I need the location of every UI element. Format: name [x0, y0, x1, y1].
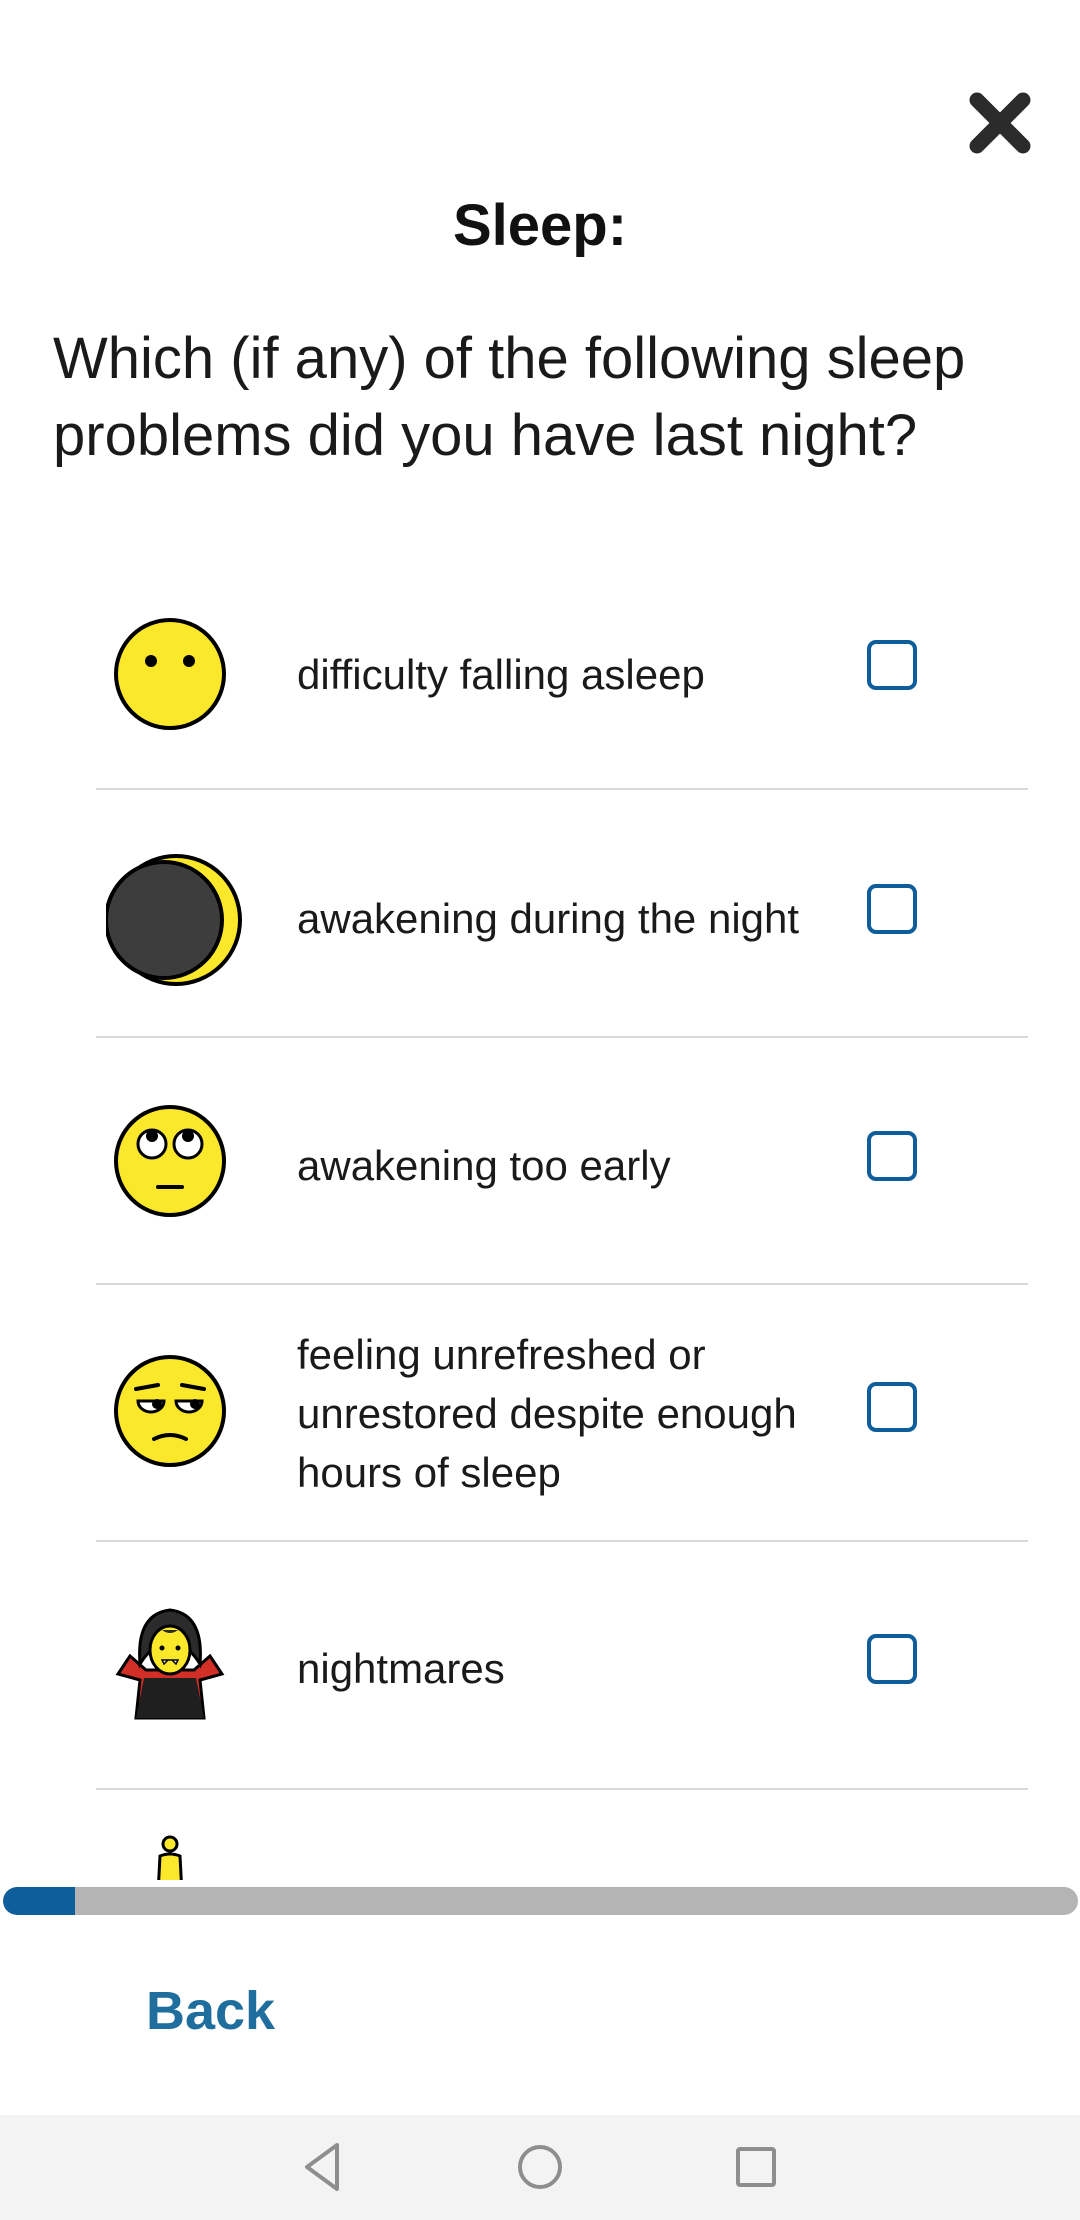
option-awakening-during-night[interactable]: awakening during the night — [96, 790, 1028, 1038]
option-label: awakening too early — [297, 1142, 671, 1189]
nav-recents-button[interactable] — [726, 2137, 786, 2197]
option-nightmares[interactable]: nightmares — [96, 1542, 1028, 1790]
nav-back-triangle-icon — [305, 2143, 339, 2191]
back-button[interactable]: Back — [146, 1980, 275, 2042]
option-label: difficulty falling asleep — [297, 651, 705, 698]
vampire-icon — [110, 1604, 230, 1724]
option-difficulty-falling-asleep[interactable]: difficulty falling asleep — [96, 584, 1028, 790]
person-icon — [110, 1834, 230, 1880]
unamused-face-icon — [110, 1351, 230, 1471]
options-list: difficulty falling asleep awakening duri… — [96, 584, 1028, 1880]
option-awakening-too-early[interactable]: awakening too early — [96, 1038, 1028, 1285]
option-checkbox[interactable] — [867, 1634, 917, 1684]
nav-recents-square-icon — [736, 2147, 776, 2187]
option-label: awakening during the night — [297, 895, 800, 942]
close-x-icon — [969, 92, 1031, 154]
option-checkbox[interactable] — [867, 1131, 917, 1181]
nav-home-circle-icon — [518, 2145, 562, 2189]
option-checkbox[interactable] — [867, 1382, 917, 1432]
nav-home-button[interactable] — [510, 2137, 570, 2197]
close-button[interactable] — [965, 88, 1035, 158]
option-checkbox[interactable] — [867, 640, 917, 690]
option-partially-visible[interactable] — [96, 1790, 1028, 1880]
page-title: Sleep: — [452, 193, 628, 258]
crescent-moon-icon — [106, 850, 246, 990]
rolling-eyes-face-icon — [110, 1101, 230, 1221]
progress-bar — [3, 1887, 1078, 1915]
neutral-face-icon — [110, 614, 230, 734]
question-text: Which (if any) of the following sleep pr… — [53, 326, 966, 468]
option-feeling-unrefreshed[interactable]: feeling unrefreshed or unrestored despit… — [96, 1285, 1028, 1542]
option-label: nightmares — [297, 1645, 505, 1692]
nav-back-button[interactable] — [293, 2137, 353, 2197]
progress-fill — [3, 1887, 76, 1915]
system-nav-bar — [0, 2115, 1080, 2220]
option-label: feeling unrefreshed or unrestored despit… — [297, 1331, 797, 1496]
option-checkbox[interactable] — [867, 884, 917, 934]
